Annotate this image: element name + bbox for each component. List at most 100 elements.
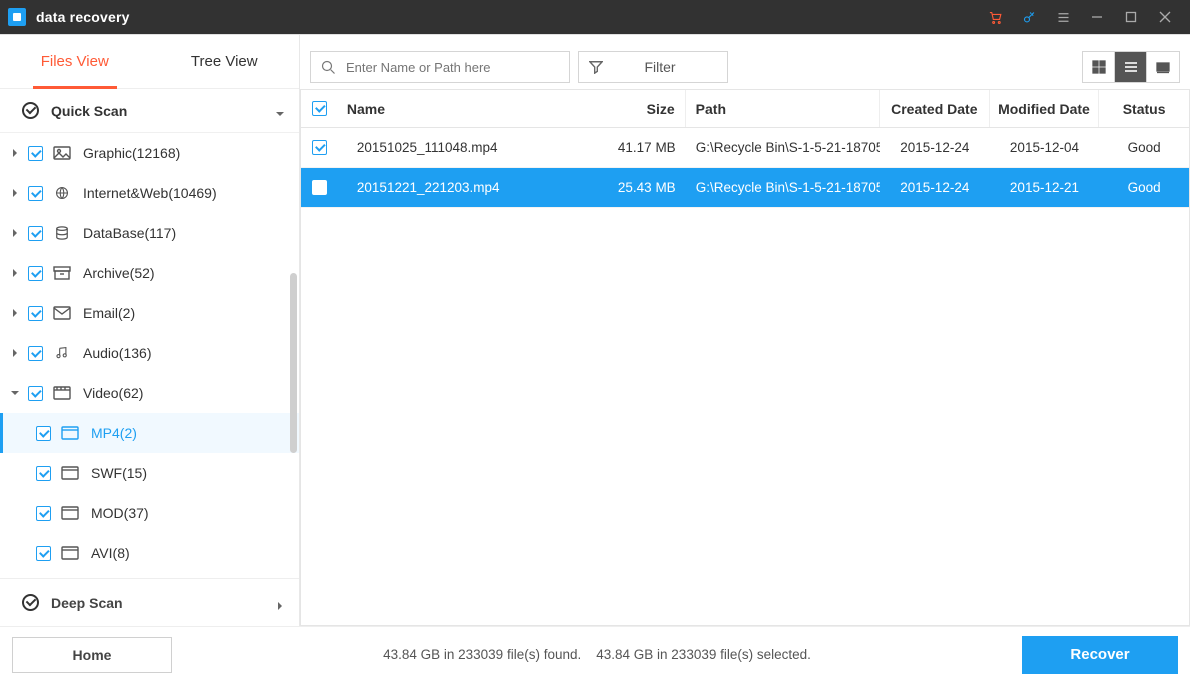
chevron-right-icon [10,268,20,278]
category-label: DataBase(117) [83,225,176,241]
category-label: Audio(136) [83,345,152,361]
cell-modified: 2015-12-21 [990,168,1100,207]
column-status[interactable]: Status [1099,90,1189,127]
column-created[interactable]: Created Date [880,90,990,127]
chevron-right-icon [10,148,20,158]
subcategory-label: MP4(2) [91,425,137,441]
footer: Home 43.84 GB in 233039 file(s) found. 4… [0,626,1190,682]
checkbox[interactable] [28,346,43,361]
checkbox[interactable] [36,466,51,481]
checkbox[interactable] [28,306,43,321]
app-logo [8,8,26,26]
file-table: Name Size Path Created Date Modified Dat… [300,89,1190,626]
column-path[interactable]: Path [686,90,880,127]
subcategory-avi[interactable]: AVI(8) [0,533,299,573]
deep-scan-header[interactable]: Deep Scan [0,578,299,626]
subcategory-mp4[interactable]: MP4(2) [0,413,299,453]
video-icon [61,464,79,482]
status-text: 43.84 GB in 233039 file(s) found. 43.84 … [172,647,1022,662]
home-button[interactable]: Home [12,637,172,673]
subcategory-mod[interactable]: MOD(37) [0,493,299,533]
database-icon [53,224,71,242]
minimize-button[interactable] [1080,0,1114,34]
video-icon [61,504,79,522]
close-button[interactable] [1148,0,1182,34]
table-row[interactable]: 20151025_111048.mp4 41.17 MB G:\Recycle … [301,128,1189,168]
checkbox[interactable] [36,546,51,561]
column-name[interactable]: Name [347,90,596,127]
filter-icon [589,60,603,74]
key-icon[interactable] [1012,0,1046,34]
subcategory-label: MOD(37) [91,505,149,521]
category-archive[interactable]: Archive(52) [0,253,299,293]
deep-scan-label: Deep Scan [51,595,123,611]
maximize-button[interactable] [1114,0,1148,34]
subcategory-label: SWF(15) [91,465,147,481]
cart-icon[interactable] [978,0,1012,34]
category-label: Archive(52) [83,265,155,281]
right-panel: Filter Name Size Path Created Date Modif… [300,35,1190,626]
filter-label: Filter [603,59,717,75]
category-database[interactable]: DataBase(117) [0,213,299,253]
scrollbar-thumb[interactable] [290,273,297,453]
checkbox[interactable] [28,386,43,401]
view-list-button[interactable] [1115,52,1147,82]
category-email[interactable]: Email(2) [0,293,299,333]
chevron-down-icon [10,388,20,398]
checkbox[interactable] [28,226,43,241]
view-grid-button[interactable] [1083,52,1115,82]
check-circle-icon [22,102,39,119]
column-modified[interactable]: Modified Date [990,90,1100,127]
category-audio[interactable]: Audio(136) [0,333,299,373]
globe-icon [53,184,71,202]
filter-button[interactable]: Filter [578,51,728,83]
row-checkbox[interactable] [301,128,347,167]
checkbox[interactable] [28,266,43,281]
view-tabs: Files View Tree View [0,35,299,89]
search-input-wrapper[interactable] [310,51,570,83]
video-icon [53,384,71,402]
cell-size: 41.17 MB [596,128,686,167]
chevron-right-icon [10,348,20,358]
cell-name: 20151025_111048.mp4 [347,128,596,167]
search-input[interactable] [346,60,559,75]
chevron-right-icon [10,228,20,238]
checkbox[interactable] [28,146,43,161]
main-area: Files View Tree View Quick Scan Graphic(… [0,34,1190,626]
email-icon [53,304,71,322]
cell-created: 2015-12-24 [880,168,990,207]
select-all-checkbox[interactable] [301,90,347,127]
category-label: Internet&Web(10469) [83,185,217,201]
check-circle-icon [22,594,39,611]
tab-tree-view[interactable]: Tree View [150,35,300,88]
archive-icon [53,264,71,282]
cell-modified: 2015-12-04 [990,128,1100,167]
category-tree: Graphic(12168) Internet&Web(10469) DataB… [0,133,299,578]
checkbox[interactable] [28,186,43,201]
category-label: Email(2) [83,305,135,321]
menu-icon[interactable] [1046,0,1080,34]
checkbox[interactable] [36,506,51,521]
checkbox[interactable] [36,426,51,441]
row-checkbox[interactable] [301,168,347,207]
table-row[interactable]: 20151221_221203.mp4 25.43 MB G:\Recycle … [301,168,1189,208]
recover-button[interactable]: Recover [1022,636,1178,674]
table-header: Name Size Path Created Date Modified Dat… [301,90,1189,128]
graphic-icon [53,144,71,162]
subcategory-swf[interactable]: SWF(15) [0,453,299,493]
subcategory-label: AVI(8) [91,545,130,561]
cell-status: Good [1099,128,1189,167]
app-title: data recovery [36,9,130,25]
category-video[interactable]: Video(62) [0,373,299,413]
column-size[interactable]: Size [596,90,686,127]
left-panel: Files View Tree View Quick Scan Graphic(… [0,35,300,626]
status-selected: 43.84 GB in 233039 file(s) selected. [596,647,811,662]
category-internet[interactable]: Internet&Web(10469) [0,173,299,213]
chevron-down-icon [275,106,285,116]
tab-files-view[interactable]: Files View [0,35,150,88]
chevron-right-icon [10,188,20,198]
quick-scan-header[interactable]: Quick Scan [0,89,299,133]
view-preview-button[interactable] [1147,52,1179,82]
video-icon [61,424,79,442]
category-graphic[interactable]: Graphic(12168) [0,133,299,173]
